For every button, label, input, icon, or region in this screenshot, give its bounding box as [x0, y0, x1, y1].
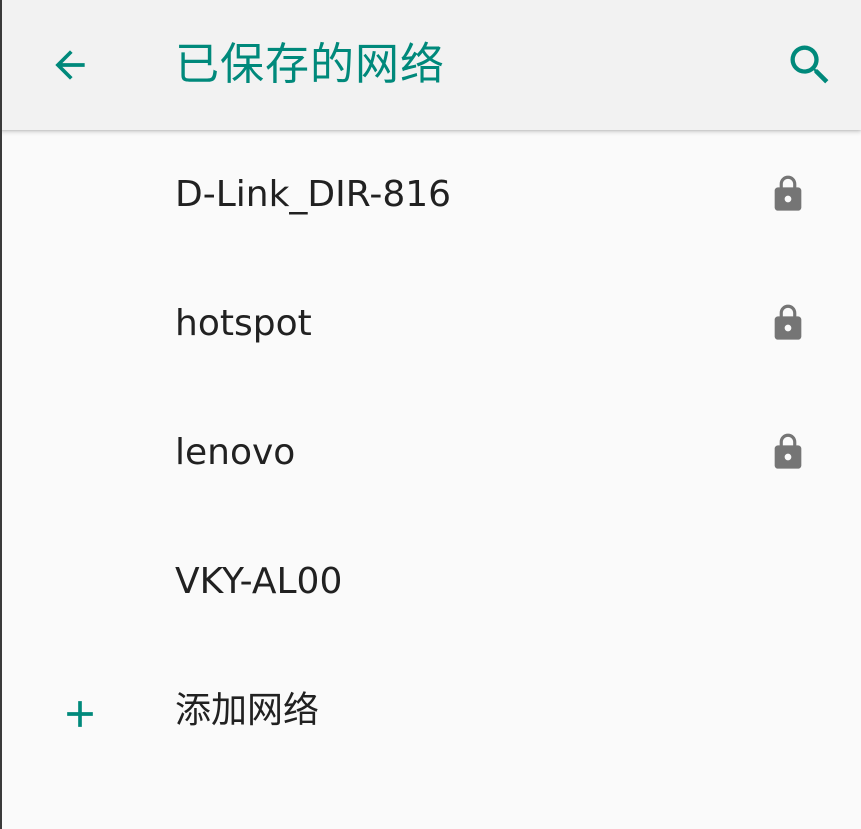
window-edge — [0, 0, 2, 829]
back-button[interactable] — [30, 25, 110, 105]
add-network-label: 添加网络 — [175, 690, 320, 731]
search-button[interactable] — [770, 25, 850, 105]
search-icon — [790, 45, 829, 84]
network-ssid: lenovo — [175, 432, 296, 473]
plus-icon — [67, 701, 93, 727]
network-item[interactable]: VKY-AL00 — [0, 517, 861, 646]
lock-icon — [774, 175, 802, 211]
network-ssid: D-Link_DIR-816 — [175, 174, 452, 215]
network-ssid: VKY-AL00 — [175, 561, 343, 602]
network-item[interactable]: hotspot — [0, 259, 861, 388]
network-ssid: hotspot — [175, 303, 312, 344]
page-title: 已保存的网络 — [175, 39, 445, 90]
add-network-button[interactable]: 添加网络 — [0, 646, 861, 775]
network-item[interactable]: lenovo — [0, 388, 861, 517]
lock-icon — [774, 433, 802, 469]
network-item[interactable]: D-Link_DIR-816 — [0, 130, 861, 259]
app-bar: 已保存的网络 — [0, 0, 861, 130]
lock-icon — [774, 304, 802, 340]
arrow-left-icon — [55, 50, 85, 80]
saved-networks-list: D-Link_DIR-816 hotspot lenovo VKY-AL00 添… — [0, 130, 861, 775]
